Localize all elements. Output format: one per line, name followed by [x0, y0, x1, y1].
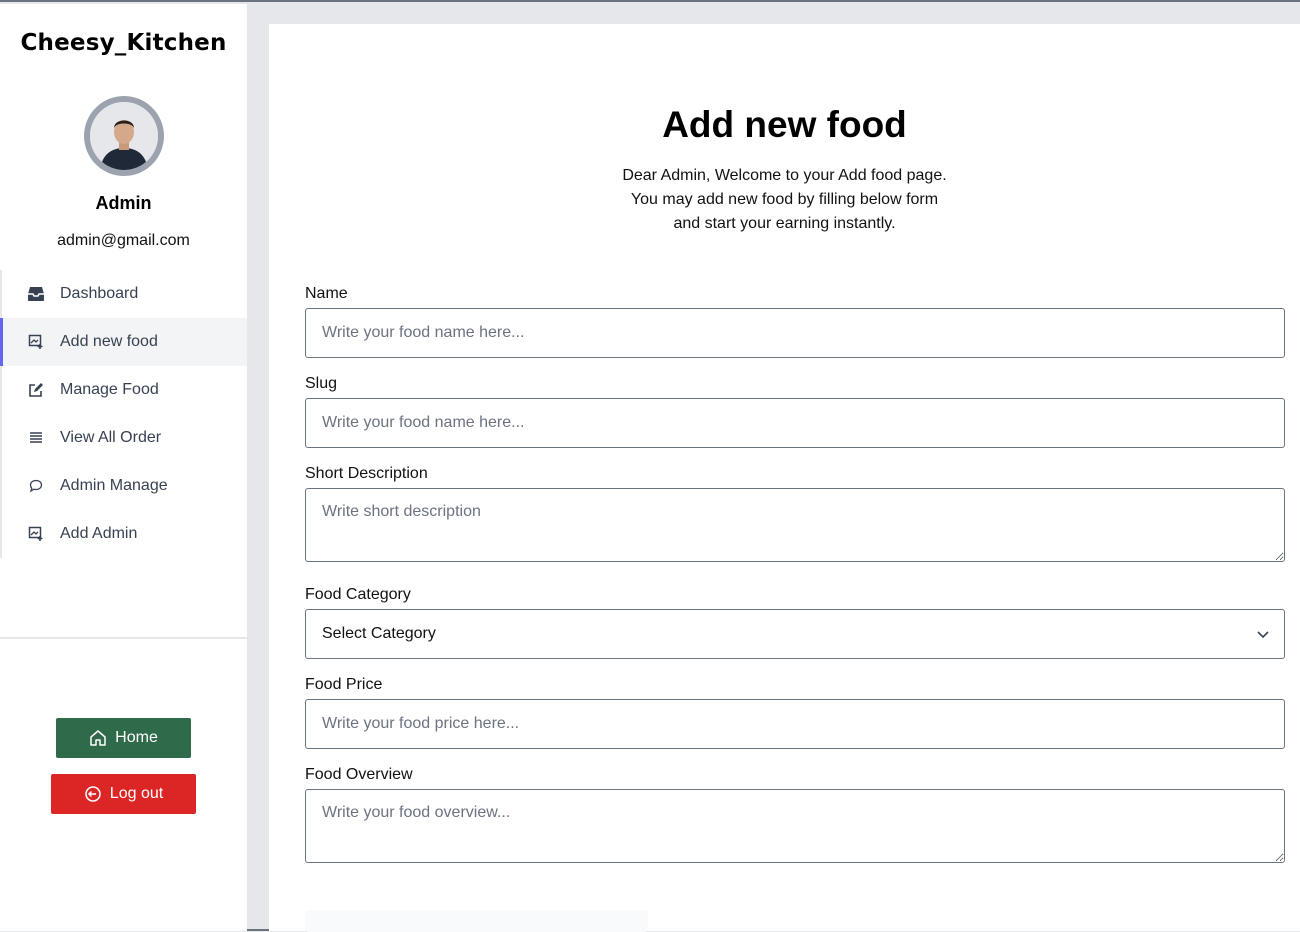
sidebar-item-label: Add Admin [60, 525, 138, 542]
list-icon [26, 428, 46, 448]
food-category-label: Food Category [305, 586, 411, 603]
sidebar-item-label: Manage Food [60, 381, 159, 398]
logout-button-label: Log out [109, 785, 164, 802]
sidebar-item-admin-manage[interactable]: Admin Manage [2, 462, 247, 510]
inbox-tray-icon [26, 284, 46, 304]
logout-icon [85, 786, 101, 802]
sidebar-item-label: Add new food [60, 333, 158, 350]
food-overview-label: Food Overview [305, 766, 413, 783]
slug-label: Slug [305, 375, 338, 392]
slug-input[interactable] [305, 398, 1285, 448]
subtitle-line: and start your earning instantly. [673, 215, 896, 232]
chevron-down-icon [1257, 631, 1269, 639]
page-title: Add new food [662, 104, 907, 145]
add-image-icon [26, 332, 46, 352]
user-name: Admin [95, 193, 152, 213]
sidebar-nav: Dashboard Add new food Manage Food View … [0, 270, 247, 558]
edit-icon [26, 380, 46, 400]
home-button-label: Home [115, 729, 158, 746]
sidebar-item-label: View All Order [60, 429, 162, 446]
food-overview-textarea[interactable] [305, 789, 1285, 863]
sidebar-item-label: Admin Manage [60, 477, 168, 494]
subtitle-line: You may add new food by filling below fo… [630, 191, 939, 208]
sidebar-item-add-admin[interactable]: Add Admin [2, 510, 247, 558]
chat-bubble-icon [26, 476, 46, 496]
sidebar-item-label: Dashboard [60, 285, 139, 302]
food-price-input[interactable] [305, 699, 1285, 749]
user-email: admin@gmail.com [57, 232, 190, 249]
sidebar-item-view-all-order[interactable]: View All Order [2, 414, 247, 462]
food-category-select[interactable]: Select Category [305, 609, 1285, 659]
logout-button[interactable]: Log out [51, 774, 196, 814]
main-content: Add new food Dear Admin, Welcome to your… [269, 24, 1300, 932]
sidebar-divider [0, 637, 247, 639]
home-button[interactable]: Home [56, 718, 191, 758]
page-subtitle: Dear Admin, Welcome to your Add food pag… [269, 164, 1300, 236]
sidebar-item-dashboard[interactable]: Dashboard [2, 270, 247, 318]
sidebar: Cheesy_Kitchen Admin admin@gmail.com Das… [0, 4, 247, 931]
food-price-label: Food Price [305, 676, 383, 693]
short-description-textarea[interactable] [305, 488, 1285, 562]
sidebar-item-add-new-food[interactable]: Add new food [0, 318, 247, 366]
short-description-label: Short Description [305, 465, 428, 482]
app-frame: Cheesy_Kitchen Admin admin@gmail.com Das… [0, 0, 1300, 932]
subtitle-line: Dear Admin, Welcome to your Add food pag… [622, 167, 947, 184]
brand-logo[interactable]: Cheesy_Kitchen [0, 30, 247, 56]
name-label: Name [305, 285, 348, 302]
home-icon [90, 730, 106, 746]
add-image-icon [26, 524, 46, 544]
upload-area-partial [305, 910, 648, 932]
food-category-selected: Select Category [322, 625, 436, 642]
sidebar-item-manage-food[interactable]: Manage Food [2, 366, 247, 414]
avatar [84, 96, 164, 176]
name-input[interactable] [305, 308, 1285, 358]
